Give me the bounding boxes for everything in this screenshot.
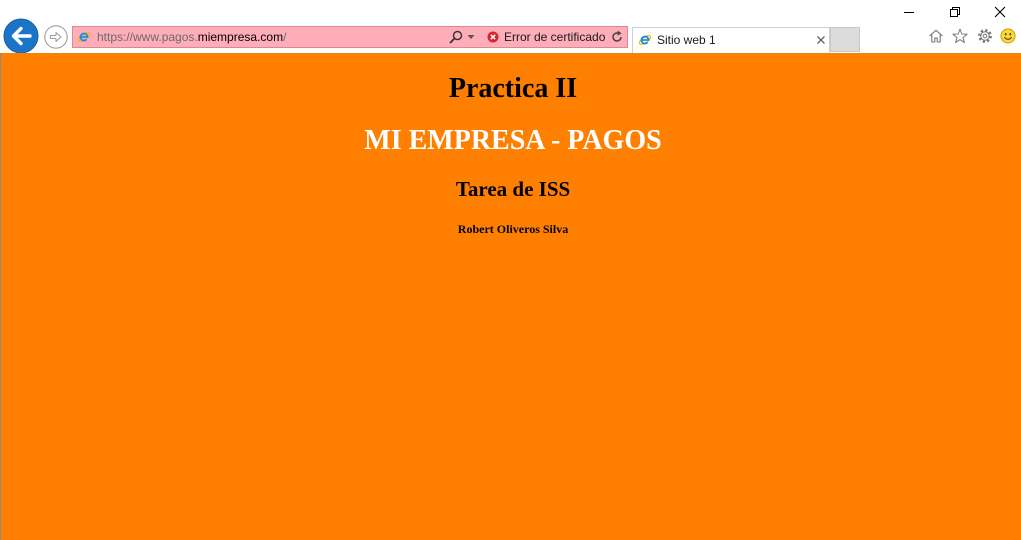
close-icon[interactable]: [992, 4, 1008, 20]
tab-title: Sitio web 1: [657, 33, 716, 47]
back-arrow-icon[interactable]: [3, 18, 39, 54]
restore-icon[interactable]: [947, 4, 963, 20]
url-text[interactable]: https://www.pagos.miempresa.com/: [97, 27, 286, 47]
ie-icon: [77, 30, 91, 44]
page-content: Practica II MI EMPRESA - PAGOS Tarea de …: [0, 53, 1021, 540]
settings-gear-icon[interactable]: [977, 28, 993, 44]
certificate-error-label[interactable]: Error de certificado: [504, 27, 605, 47]
page-author: Robert Oliveros Silva: [457, 222, 569, 236]
forward-arrow-icon[interactable]: [44, 25, 68, 49]
search-icon[interactable]: [449, 30, 463, 44]
url-path: /: [283, 30, 287, 44]
page-heading: MI EMPRESA - PAGOS: [364, 125, 662, 156]
tab-sitio-web-1[interactable]: Sitio web 1: [632, 27, 830, 53]
page-title: Practica II: [448, 73, 578, 104]
url-scheme-host: https://www.pagos.: [97, 30, 198, 44]
url-domain: miempresa.com: [197, 30, 284, 44]
address-bar[interactable]: https://www.pagos.miempresa.com/ Error d…: [72, 26, 628, 48]
refresh-icon[interactable]: [610, 30, 624, 44]
dropdown-icon[interactable]: [467, 33, 475, 41]
minimize-icon[interactable]: [901, 4, 917, 20]
new-tab-button[interactable]: [830, 27, 860, 52]
home-icon[interactable]: [928, 28, 944, 44]
favorites-star-icon[interactable]: [952, 28, 968, 44]
certificate-error-icon[interactable]: [487, 31, 499, 43]
feedback-smiley-icon[interactable]: [1000, 28, 1016, 44]
page-subheading: Tarea de ISS: [455, 177, 571, 201]
ie-icon: [638, 33, 652, 47]
tab-close-icon[interactable]: [816, 35, 826, 45]
